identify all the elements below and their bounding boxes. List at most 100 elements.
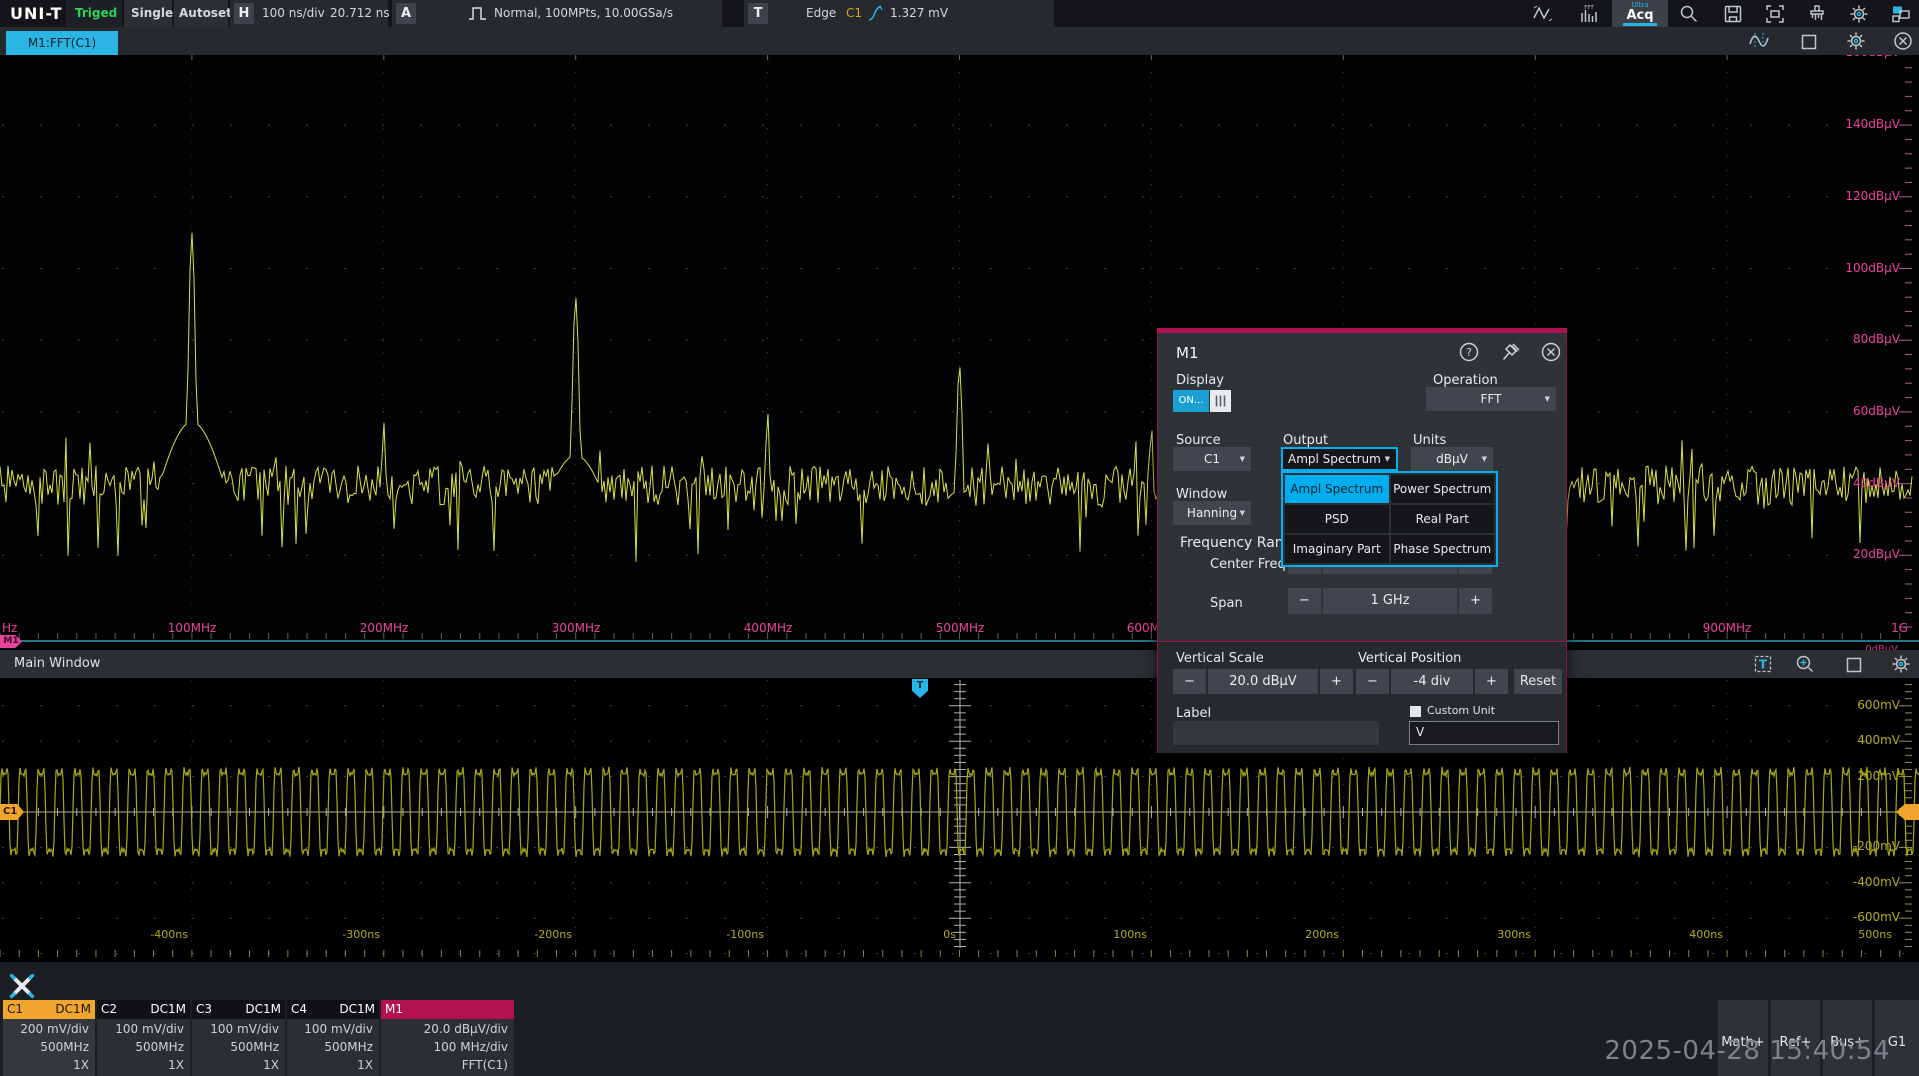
channel-card-m1[interactable]: M120.0 dBµV/div100 MHz/divFFT(C1) xyxy=(381,1000,514,1076)
close-dialog-icon[interactable] xyxy=(1540,341,1562,363)
main-t-axis-label: -100ns xyxy=(702,928,764,941)
vscale-increment[interactable]: + xyxy=(1320,669,1353,694)
tab-m1-fft[interactable]: M1:FFT(C1) xyxy=(6,31,118,55)
center-freq-label: Center Freq xyxy=(1210,557,1286,572)
main-window-title: Main Window xyxy=(14,656,100,671)
main-t-axis-label: 200ns xyxy=(1277,928,1339,941)
channel-card-c2[interactable]: C2DC1M100 mV/div500MHz1X xyxy=(97,1000,190,1076)
window-label: Window xyxy=(1176,487,1227,502)
vertical-position-label: Vertical Position xyxy=(1358,651,1461,666)
channel-setting: 500MHz xyxy=(324,1040,373,1054)
main-v-axis-label: -400mV xyxy=(1824,875,1900,889)
label-input[interactable] xyxy=(1173,721,1379,745)
output-dropdown: Ampl SpectrumPower SpectrumPSDReal PartI… xyxy=(1281,471,1498,567)
channel-setting: 500MHz xyxy=(230,1040,279,1054)
fft-x-axis-label: 900MHz xyxy=(1692,621,1762,635)
vpos-decrement[interactable]: − xyxy=(1356,669,1389,694)
output-option-real-part[interactable]: Real Part xyxy=(1391,505,1495,533)
source-select[interactable]: C1 ▼ xyxy=(1173,447,1251,471)
channel-card-c3[interactable]: C3DC1M100 mV/div500MHz1X xyxy=(192,1000,285,1076)
trigger-segment[interactable]: T Edge C1 1.327 mV xyxy=(744,0,1054,27)
vpos-increment[interactable]: + xyxy=(1475,669,1508,694)
display-toggle[interactable]: ON... xyxy=(1173,390,1231,412)
main-v-axis-label: 200mV xyxy=(1824,769,1900,783)
main-t-axis-label: -400ns xyxy=(126,928,188,941)
custom-unit-checkbox[interactable] xyxy=(1410,706,1421,717)
display-label: Display xyxy=(1176,373,1224,388)
acquire-segment[interactable]: A Normal, 100MPts, 10.00GSa/s xyxy=(392,0,722,27)
source-value: C1 xyxy=(1204,452,1220,466)
channel-id: C2 xyxy=(101,1002,117,1016)
save-icon[interactable] xyxy=(1722,3,1744,25)
zoom-in-icon[interactable] xyxy=(1794,653,1816,675)
unit-input[interactable]: V xyxy=(1409,721,1559,745)
span-increment[interactable]: + xyxy=(1459,588,1492,614)
trigger-source: C1 xyxy=(846,6,862,20)
window-select[interactable]: Hanning ▼ xyxy=(1173,501,1251,525)
crossed-pencils-icon[interactable] xyxy=(8,972,36,1000)
settings-gear-icon[interactable] xyxy=(1848,3,1870,25)
help-icon[interactable]: ? xyxy=(1458,341,1480,363)
acq-mode-underline xyxy=(1623,23,1657,26)
channel-id: M1 xyxy=(385,1002,403,1016)
trigger-level: 1.327 mV xyxy=(890,6,948,20)
output-select[interactable]: Ampl Spectrum ▼ xyxy=(1281,447,1398,471)
search-icon[interactable] xyxy=(1678,3,1700,25)
fft-x-axis-label: 500MHz xyxy=(925,621,995,635)
reset-button[interactable]: Reset xyxy=(1514,669,1562,694)
channel-card-c4[interactable]: C4DC1M100 mV/div500MHz1X xyxy=(287,1000,379,1076)
channel-card-header: C2DC1M xyxy=(97,1000,190,1019)
main-window-frame-icon[interactable] xyxy=(1843,654,1865,676)
operation-select[interactable]: FFT ▼ xyxy=(1426,387,1556,411)
window-frame-icon[interactable] xyxy=(1798,31,1820,53)
acq-mode-button[interactable]: Ultra Acq xyxy=(1612,0,1668,27)
channel-setting: 500MHz xyxy=(135,1040,184,1054)
pan-waveform-icon[interactable] xyxy=(1532,3,1554,25)
channel-setting: 100 mV/div xyxy=(210,1022,279,1036)
fft-settings-gear-icon[interactable] xyxy=(1845,30,1867,52)
trigger-badge: T xyxy=(748,3,768,24)
cursor-waveform-icon[interactable] xyxy=(1748,30,1770,52)
trigger-type: Edge xyxy=(806,6,836,20)
channel-card-c1[interactable]: C1DC1M200 mV/div500MHz1X xyxy=(3,1000,95,1076)
fft-y-axis-label: 80dBµV xyxy=(1824,332,1900,346)
horizontal-segment[interactable]: H 100 ns/div 20.712 ns xyxy=(230,0,388,27)
vscale-decrement[interactable]: − xyxy=(1173,669,1206,694)
output-option-phase-spectrum[interactable]: Phase Spectrum xyxy=(1391,535,1495,563)
clear-brush-icon[interactable] xyxy=(1806,3,1828,25)
span-decrement[interactable]: − xyxy=(1288,588,1321,614)
screenshot-icon[interactable] xyxy=(1764,3,1786,25)
units-select[interactable]: dBµV ▼ xyxy=(1411,447,1493,471)
output-option-power-spectrum[interactable]: Power Spectrum xyxy=(1391,475,1495,503)
oscilloscope-screen: UNI-T Triged Single Autoset H 100 ns/div… xyxy=(0,0,1919,1076)
window-value: Hanning xyxy=(1187,506,1237,520)
fft-plot-area[interactable]: 160dBµV140dBµV120dBµV100dBµV80dBµV60dBµV… xyxy=(0,55,1919,650)
chevron-down-icon: ▼ xyxy=(1482,447,1487,471)
trigger-label-icon[interactable]: T xyxy=(1752,653,1774,675)
autoset-button[interactable]: Autoset xyxy=(174,0,228,27)
channel-setting: 1X xyxy=(168,1058,184,1072)
channel-id: C3 xyxy=(196,1002,212,1016)
rising-edge-icon xyxy=(866,3,886,23)
unit-input-value: V xyxy=(1416,725,1424,739)
output-option-psd[interactable]: PSD xyxy=(1285,505,1389,533)
m1-dialog: M1 ? Display ON... Operation FFT ▼ Sourc… xyxy=(1157,328,1567,753)
output-option-ampl-spectrum[interactable]: Ampl Spectrum xyxy=(1285,475,1389,503)
fft-icon[interactable]: FFT xyxy=(1578,3,1600,25)
output-option-imaginary-part[interactable]: Imaginary Part xyxy=(1285,535,1389,563)
channel-setting: 1X xyxy=(357,1058,373,1072)
single-button[interactable]: Single xyxy=(124,0,172,27)
topbar: UNI-T Triged Single Autoset H 100 ns/div… xyxy=(0,0,1919,27)
windows-layout-icon[interactable] xyxy=(1890,3,1912,25)
span-value: 1 GHz xyxy=(1323,588,1457,614)
main-settings-gear-icon[interactable] xyxy=(1890,653,1912,675)
main-trace xyxy=(0,678,1919,962)
svg-text:T: T xyxy=(1759,658,1768,672)
source-label: Source xyxy=(1176,433,1221,448)
main-plot-area[interactable]: 800mV600mV400mV200mV-200mV-400mV-600mV-4… xyxy=(0,678,1919,962)
close-fft-window-icon[interactable] xyxy=(1892,30,1914,52)
channel-setting: 100 MHz/div xyxy=(434,1040,509,1054)
pin-icon[interactable] xyxy=(1500,341,1522,363)
main-v-axis-label: -200mV xyxy=(1824,839,1900,853)
display-toggle-bars xyxy=(1210,390,1231,412)
